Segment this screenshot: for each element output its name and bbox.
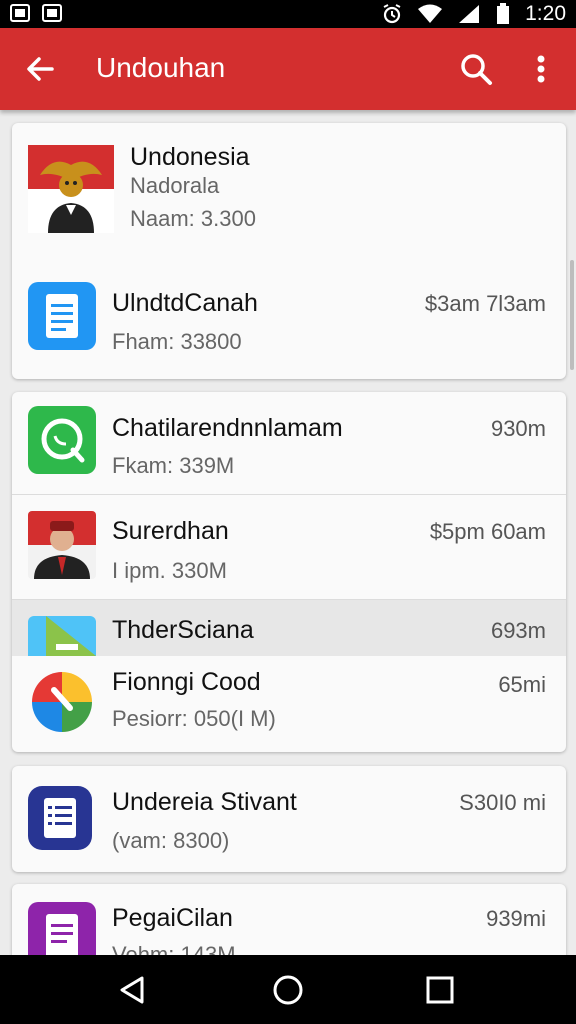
list-item[interactable]: UlndtdCanah $3am 7l3am Fham: 33800 (12, 253, 566, 379)
page-title: Undouhan (96, 52, 226, 83)
item-size: $3am 7l3am (424, 291, 546, 316)
chat-icon (28, 406, 96, 474)
list-item[interactable]: Undonesia Nadorala Naam: 3.300 (12, 123, 566, 253)
downloads-list[interactable]: Undonesia Nadorala Naam: 3.300 UlndtdCan… (0, 110, 576, 955)
item-subtitle: Fham: 33800 (112, 329, 242, 354)
app-bar: Undouhan (0, 28, 576, 110)
battery-icon (497, 3, 510, 24)
item-title: Undereia Stivant (112, 788, 297, 816)
list-item[interactable]: Undereia Stivant S30I0 mi (vam: 8300) (12, 766, 566, 872)
item-size: 693m (490, 618, 546, 643)
item-size: 65mi (498, 672, 546, 697)
item-subtitle: Fkam: 339M (112, 453, 235, 478)
alarm-icon (383, 4, 401, 24)
item-title: ThderSciana (112, 616, 254, 644)
photos-icon (28, 668, 96, 736)
item-meta: Naam: 3.300 (130, 206, 256, 231)
scrollbar[interactable] (570, 260, 574, 370)
status-bar: 1:20 (0, 0, 576, 28)
nav-back-icon (120, 976, 144, 1004)
item-title: Surerdhan (112, 517, 229, 545)
search-icon (461, 54, 492, 85)
slides-icon (28, 616, 96, 656)
image-icon (10, 4, 30, 22)
list-item[interactable]: Surerdhan $5pm 60am I ipm. 330M (12, 495, 566, 599)
item-size: 939mi (486, 906, 546, 931)
item-subtitle: Nadorala (130, 173, 220, 198)
list-item[interactable]: Chatilarendnnlamam 930m Fkam: 339M (12, 392, 566, 494)
download-card: Chatilarendnnlamam 930m Fkam: 339M Surer… (12, 392, 566, 752)
back-button[interactable] (20, 48, 62, 90)
document-icon (28, 282, 96, 350)
item-subtitle: (vam: 8300) (112, 828, 230, 853)
item-subtitle: Pesiorr: 050(I M) (112, 706, 276, 731)
nav-home-button[interactable] (270, 972, 306, 1008)
wifi-icon (418, 4, 443, 23)
more-options-button[interactable] (526, 48, 556, 90)
item-title: UlndtdCanah (112, 289, 258, 317)
navigation-bar (0, 955, 576, 1024)
more-vert-icon (537, 55, 545, 83)
list-doc-icon (26, 784, 94, 852)
photo-icon (42, 4, 62, 22)
nav-recents-icon (426, 976, 454, 1004)
back-arrow-icon (27, 57, 54, 81)
nav-recents-button[interactable] (422, 972, 458, 1008)
item-title: Fionngi Cood (112, 668, 261, 696)
item-title: PegaiCilan (112, 904, 233, 932)
signal-icon (459, 5, 480, 23)
nav-back-button[interactable] (114, 972, 150, 1008)
item-subtitle: I ipm. 330M (112, 558, 227, 583)
list-item-selected[interactable]: ThderSciana 693m (12, 600, 566, 656)
item-subtitle: Vehm: 143M (112, 942, 236, 955)
item-size: 930m (490, 416, 546, 441)
garuda-flag-icon (28, 145, 114, 233)
item-title: Undonesia (130, 143, 250, 171)
download-card: Undonesia Nadorala Naam: 3.300 UlndtdCan… (12, 123, 566, 379)
item-size: $5pm 60am (429, 519, 546, 544)
download-card: PegaiCilan 939mi Vehm: 143M (12, 884, 566, 955)
item-title: Chatilarendnnlamam (112, 414, 343, 442)
list-item[interactable]: PegaiCilan 939mi Vehm: 143M (12, 884, 566, 955)
portrait-icon (28, 511, 96, 579)
item-size: S30I0 mi (459, 790, 546, 815)
nav-home-icon (273, 975, 303, 1005)
list-item[interactable]: Fionngi Cood 65mi Pesiorr: 050(I M) (12, 656, 566, 752)
search-button[interactable] (455, 48, 497, 90)
purple-doc-icon (28, 902, 96, 955)
clock: 1:20 (525, 2, 566, 25)
download-card: Undereia Stivant S30I0 mi (vam: 8300) (12, 766, 566, 872)
